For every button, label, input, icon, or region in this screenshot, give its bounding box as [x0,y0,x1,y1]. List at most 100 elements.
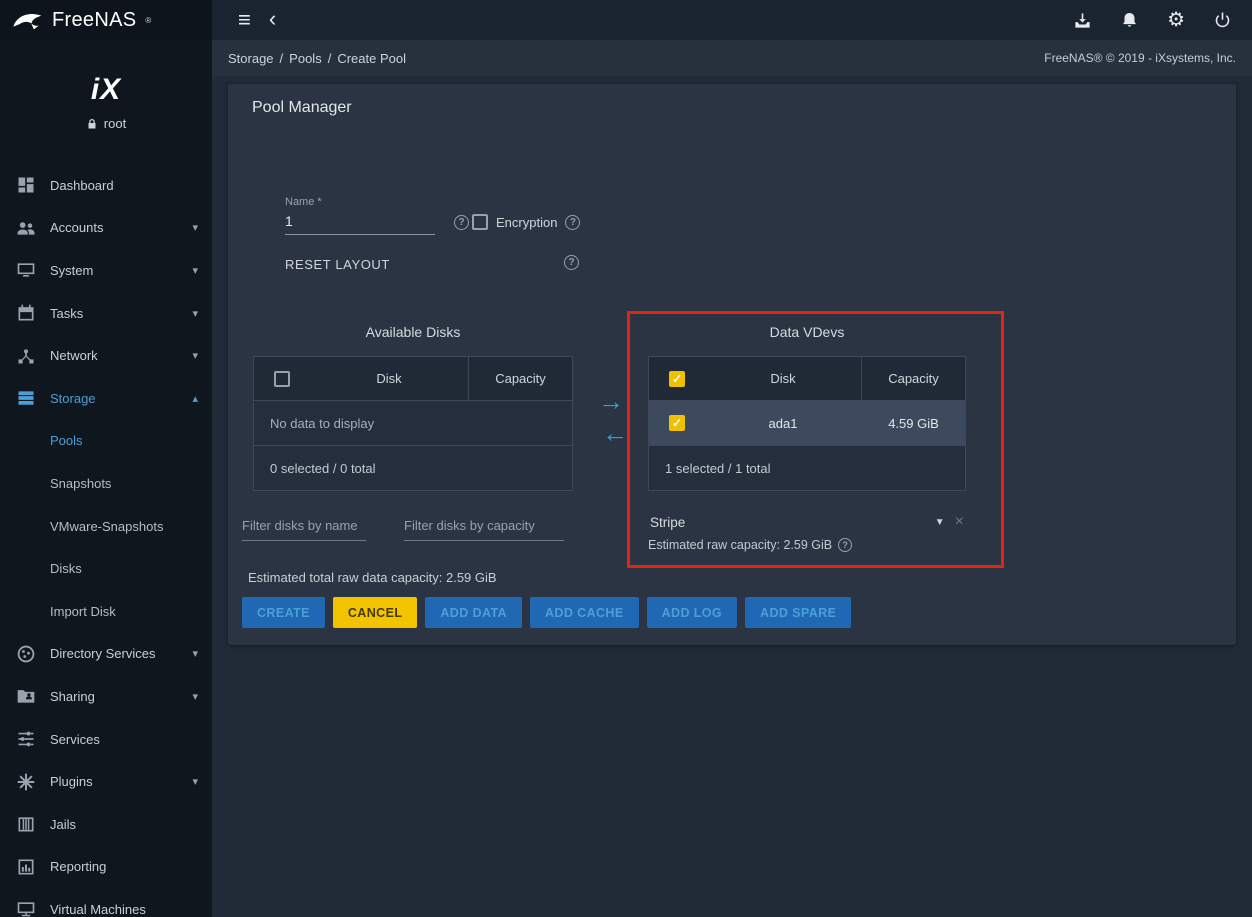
pool-name-label: Name * [285,196,435,208]
topbar: FreeNAS ® ≡ ‹ ⚙ [0,0,1252,40]
select-all-checkbox[interactable]: ✓ [669,371,685,387]
chevron-down-icon: ▾ [192,647,198,660]
brand-text: FreeNAS [52,9,136,32]
add-spare-button[interactable]: ADD SPARE [745,597,851,628]
system-icon [16,260,36,280]
sidebar-item-system[interactable]: System ▾ [0,249,212,292]
jails-icon [16,814,36,834]
dashboard-icon [16,175,36,195]
lock-icon [86,118,98,130]
column-header-disk: Disk [705,357,861,400]
breadcrumb-separator: / [280,51,284,66]
brand-mark: ® [145,16,151,25]
clear-icon[interactable]: × [955,513,964,531]
data-vdevs-table: ✓ Disk Capacity ✓ ada1 4.59 GiB 1 select… [648,356,966,491]
caret-down-icon[interactable]: ▼ [935,517,945,528]
sidebar-item-snapshots[interactable]: Snapshots [0,462,212,505]
services-icon [16,729,36,749]
reset-layout-help-icon[interactable]: ? [564,255,579,270]
network-icon [16,346,36,366]
column-header-capacity: Capacity [861,357,965,400]
task-manager-icon[interactable] [1073,11,1092,30]
filter-disks-by-capacity-input[interactable] [404,516,564,541]
sidebar-item-import-disk[interactable]: Import Disk [0,590,212,633]
virtual-machines-icon [16,899,36,917]
pool-manager-card: Pool Manager Name * ? Encryption ? RESET… [228,84,1236,645]
sidebar-item-directory-services[interactable]: Directory Services ▾ [0,633,212,676]
breadcrumb-create-pool: Create Pool [337,51,406,66]
check-icon: ✓ [672,372,682,386]
breadcrumb-pools[interactable]: Pools [289,51,322,66]
add-cache-button[interactable]: ADD CACHE [530,597,639,628]
settings-gear-icon[interactable]: ⚙ [1167,10,1185,30]
estimated-raw-capacity: Estimated raw capacity: 2.59 GiB ? [648,538,966,552]
breadcrumb: Storage / Pools / Create Pool [228,51,406,66]
create-button[interactable]: CREATE [242,597,325,628]
action-buttons: CREATE CANCEL ADD DATA ADD CACHE ADD LOG… [242,597,851,628]
reset-layout-button[interactable]: RESET LAYOUT [285,257,390,272]
chevron-down-icon: ▾ [192,307,198,320]
move-right-arrow-icon[interactable]: → [598,388,624,414]
sidebar-item-jails[interactable]: Jails [0,803,212,846]
sidebar-item-plugins[interactable]: Plugins ▾ [0,760,212,803]
chevron-down-icon: ▾ [192,349,198,362]
sidebar-item-tasks[interactable]: Tasks ▾ [0,292,212,335]
add-log-button[interactable]: ADD LOG [647,597,737,628]
notifications-bell-icon[interactable] [1120,11,1139,30]
power-icon[interactable] [1213,11,1232,30]
encryption-help-icon[interactable]: ? [565,215,580,230]
sidebar-item-sharing[interactable]: Sharing ▾ [0,675,212,718]
encryption-checkbox[interactable] [472,214,488,230]
add-data-button[interactable]: ADD DATA [425,597,522,628]
sidebar-item-reporting[interactable]: Reporting [0,846,212,889]
sidebar-item-vmware-snapshots[interactable]: VMware-Snapshots [0,505,212,548]
freenas-logo: FreeNAS ® [0,0,212,40]
move-left-arrow-icon[interactable]: ← [602,420,628,446]
page-title: Pool Manager [228,84,1236,117]
available-disks-title: Available Disks [253,324,573,346]
sidebar: iX root Dashboard Accounts ▾ System ▾ [0,40,212,917]
sidebar-item-dashboard[interactable]: Dashboard [0,164,212,207]
tasks-icon [16,303,36,323]
chevron-down-icon: ▾ [192,221,198,234]
vdev-layout-select[interactable]: Stripe ▼ × [648,513,966,531]
menu-icon[interactable]: ≡ [238,9,251,31]
sidebar-item-network[interactable]: Network ▾ [0,334,212,377]
name-help-icon[interactable]: ? [454,215,469,230]
back-chevron-icon[interactable]: ‹ [269,8,276,30]
sidebar-item-disks[interactable]: Disks [0,547,212,590]
column-header-disk: Disk [310,357,468,400]
capacity-help-icon[interactable]: ? [838,538,852,552]
chevron-down-icon: ▾ [192,264,198,277]
sidebar-item-services[interactable]: Services [0,718,212,761]
user-name: root [104,116,126,131]
row-checkbox[interactable]: ✓ [669,415,685,431]
table-header: ✓ Disk Capacity [649,357,965,401]
select-all-checkbox[interactable] [274,371,290,387]
column-header-capacity: Capacity [468,357,572,400]
disk-capacity-cell: 4.59 GiB [861,401,965,445]
accounts-icon [16,218,36,238]
storage-icon [16,388,36,408]
logged-in-user: root [86,116,126,131]
table-row[interactable]: ✓ ada1 4.59 GiB [649,401,965,446]
selection-summary: 0 selected / 0 total [254,446,572,490]
sidebar-item-pools[interactable]: Pools [0,420,212,463]
sidebar-item-storage[interactable]: Storage ▴ [0,377,212,420]
pool-name-input[interactable] [285,211,435,235]
breadcrumb-separator: / [328,51,332,66]
check-icon: ✓ [672,416,682,430]
sidebar-nav: Dashboard Accounts ▾ System ▾ Tasks ▾ Ne… [0,164,212,917]
sharing-icon [16,686,36,706]
cancel-button[interactable]: CANCEL [333,597,417,628]
empty-table-message: No data to display [254,401,572,446]
page-area: Pool Manager Name * ? Encryption ? RESET… [212,76,1252,917]
plugins-icon [16,772,36,792]
breadcrumb-bar: Storage / Pools / Create Pool FreeNAS® ©… [212,40,1252,76]
table-header: Disk Capacity [254,357,572,401]
breadcrumb-storage[interactable]: Storage [228,51,274,66]
available-disks-table: Disk Capacity No data to display 0 selec… [253,356,573,491]
sidebar-item-accounts[interactable]: Accounts ▾ [0,207,212,250]
filter-disks-by-name-input[interactable] [242,516,366,541]
sidebar-item-virtual-machines[interactable]: Virtual Machines [0,888,212,917]
